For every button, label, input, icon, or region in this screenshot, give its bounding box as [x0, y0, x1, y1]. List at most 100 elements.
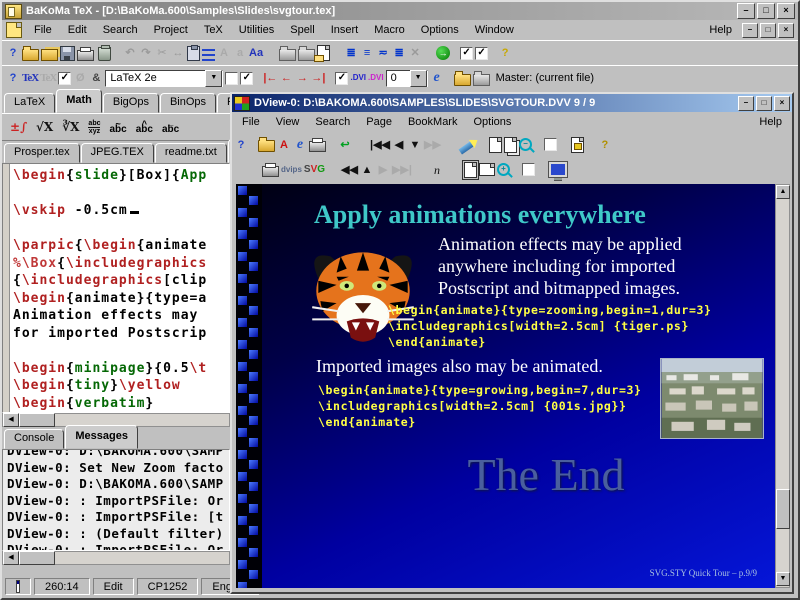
- help-icon[interactable]: ?: [234, 136, 248, 154]
- import-text-icon[interactable]: [279, 49, 296, 61]
- master-doc-icon[interactable]: [473, 74, 490, 86]
- justify-block-icon[interactable]: ≣: [344, 44, 358, 62]
- app-icon[interactable]: [5, 4, 22, 19]
- page-up-icon[interactable]: ▲: [360, 161, 374, 179]
- togglecase-icon[interactable]: Aa: [249, 44, 263, 62]
- cancel-icon[interactable]: ✕: [408, 44, 422, 62]
- console-hscrollbar[interactable]: ◀: [2, 551, 230, 565]
- tab-jpeg-tex[interactable]: JPEG.TEX: [81, 143, 154, 163]
- last-error-icon[interactable]: →|: [311, 69, 325, 87]
- svg-export-icon[interactable]: SVG: [304, 160, 325, 179]
- scroll-left-icon[interactable]: ◀: [3, 551, 19, 565]
- menu-item-options[interactable]: Options: [413, 22, 467, 38]
- page-down-icon[interactable]: ▼: [408, 136, 422, 154]
- dvi-close-button[interactable]: ×: [774, 96, 790, 111]
- facing-pages-icon[interactable]: [504, 137, 517, 153]
- zoom-in-icon[interactable]: [497, 163, 510, 176]
- menu-item-bookmark[interactable]: BookMark: [400, 114, 466, 130]
- menu-item-file[interactable]: File: [234, 114, 268, 130]
- reload-icon[interactable]: ↩: [338, 136, 352, 154]
- ie-icon[interactable]: e: [293, 136, 307, 154]
- sqrt-icon[interactable]: √X: [36, 120, 53, 134]
- open-list-icon[interactable]: [41, 49, 58, 61]
- ie-preview-icon[interactable]: e: [430, 69, 444, 87]
- dvi-view-icon[interactable]: .DVI: [350, 69, 366, 87]
- child-restore-button[interactable]: □: [760, 23, 776, 38]
- first-error-icon[interactable]: |←: [263, 69, 277, 87]
- print-icon[interactable]: [262, 166, 279, 177]
- delete-icon[interactable]: [98, 47, 111, 61]
- tab-readme-txt[interactable]: readme.txt: [155, 143, 227, 163]
- hyper-doc-icon[interactable]: [571, 137, 584, 153]
- tab-prosper-tex[interactable]: Prosper.tex: [4, 143, 80, 163]
- print-icon[interactable]: [77, 50, 94, 61]
- scroll-up-icon[interactable]: ▲: [776, 185, 790, 199]
- menu-item-view[interactable]: View: [268, 114, 308, 130]
- forward-pages-icon[interactable]: ▶▶: [424, 136, 441, 154]
- pdf-export-icon[interactable]: A: [277, 136, 291, 154]
- menu-item-options[interactable]: Options: [465, 114, 519, 130]
- highlight-icon[interactable]: [458, 141, 473, 154]
- print-setup-icon[interactable]: [309, 141, 326, 152]
- prev-page-icon[interactable]: ◀: [392, 136, 406, 154]
- stop-tex-icon[interactable]: TeX: [40, 69, 56, 87]
- justify-center-icon[interactable]: ≂: [376, 44, 390, 62]
- prev-error-icon[interactable]: ←: [279, 69, 293, 87]
- format-combobox[interactable]: LaTeX 2e ▼: [105, 70, 223, 87]
- slide-canvas[interactable]: Apply animations everywhere: [236, 184, 775, 588]
- save-icon[interactable]: [60, 46, 75, 61]
- menu-item-edit[interactable]: Edit: [60, 22, 95, 38]
- nth-root-icon[interactable]: ∛X: [62, 120, 79, 134]
- lowercase-icon[interactable]: a: [233, 44, 247, 62]
- dview-icon[interactable]: [234, 96, 250, 111]
- help-icon[interactable]: ?: [6, 44, 20, 62]
- export-text-icon[interactable]: [298, 49, 315, 61]
- menu-item-insert[interactable]: Insert: [323, 22, 367, 38]
- justify-left-icon[interactable]: ≡: [360, 44, 374, 62]
- opt1-checkbox[interactable]: [544, 138, 557, 151]
- help-icon[interactable]: ?: [6, 69, 20, 87]
- insert-file-icon[interactable]: [317, 45, 330, 61]
- menu-item-search[interactable]: Search: [307, 114, 358, 130]
- scroll-thumb[interactable]: [776, 489, 790, 529]
- menu-item-search[interactable]: Search: [95, 22, 146, 38]
- opt2-checkbox[interactable]: [522, 163, 535, 176]
- next-page-icon[interactable]: ▶: [376, 161, 390, 179]
- dvi-jump-icon[interactable]: .DVI: [368, 69, 384, 87]
- go-icon[interactable]: [436, 46, 450, 60]
- justify-right-icon[interactable]: ≣: [392, 44, 406, 62]
- back-pages-icon[interactable]: ◀◀: [341, 161, 358, 179]
- chevron-down-icon[interactable]: ▼: [410, 70, 427, 87]
- context-help-icon[interactable]: ?: [598, 136, 612, 154]
- opt-a-checkbox[interactable]: [225, 72, 238, 85]
- amp-icon[interactable]: &: [89, 69, 103, 87]
- display-setup-icon[interactable]: [549, 162, 567, 177]
- counter-combobox[interactable]: 0 ▼: [386, 70, 428, 87]
- sort-lines-icon[interactable]: [202, 49, 215, 61]
- dvi-sync-checkbox[interactable]: ✓: [335, 72, 348, 85]
- menu-item-window[interactable]: Window: [467, 22, 522, 38]
- document-icon[interactable]: [6, 22, 22, 38]
- zoom-out-icon[interactable]: [519, 138, 532, 151]
- dvi-maximize-button[interactable]: □: [756, 96, 772, 111]
- uppercase-icon[interactable]: A: [217, 44, 231, 62]
- next-error-icon[interactable]: →: [295, 69, 309, 87]
- code-editor[interactable]: \begin{slide}[Box]{App\vskip -0.5cm\parp…: [2, 163, 230, 413]
- page-wide-icon[interactable]: [479, 163, 495, 176]
- open-master-icon[interactable]: [454, 74, 471, 86]
- int-limits-icon[interactable]: ±∫: [10, 120, 27, 134]
- tilde-accent-icon[interactable]: ~abc: [109, 122, 126, 133]
- messages-panel[interactable]: DView-0: D:\BAKOMA.600\SAMPDView-0: Set …: [2, 449, 230, 551]
- scroll-thumb[interactable]: [19, 413, 55, 427]
- status-window-cell[interactable]: [5, 578, 31, 595]
- opt-b-checkbox[interactable]: ✓: [240, 72, 253, 85]
- goto-page-icon[interactable]: n: [430, 161, 444, 179]
- menu-item-tex[interactable]: TeX: [196, 22, 231, 38]
- menu-item-project[interactable]: Project: [146, 22, 196, 38]
- tab-binops[interactable]: BinOps: [160, 93, 216, 113]
- join-lines-icon[interactable]: ↔: [171, 44, 185, 62]
- menu-item-help[interactable]: Help: [701, 22, 740, 38]
- fraction-icon[interactable]: abcxyz: [88, 120, 100, 135]
- dvi-minimize-button[interactable]: –: [738, 96, 754, 111]
- restore-button[interactable]: □: [757, 3, 775, 19]
